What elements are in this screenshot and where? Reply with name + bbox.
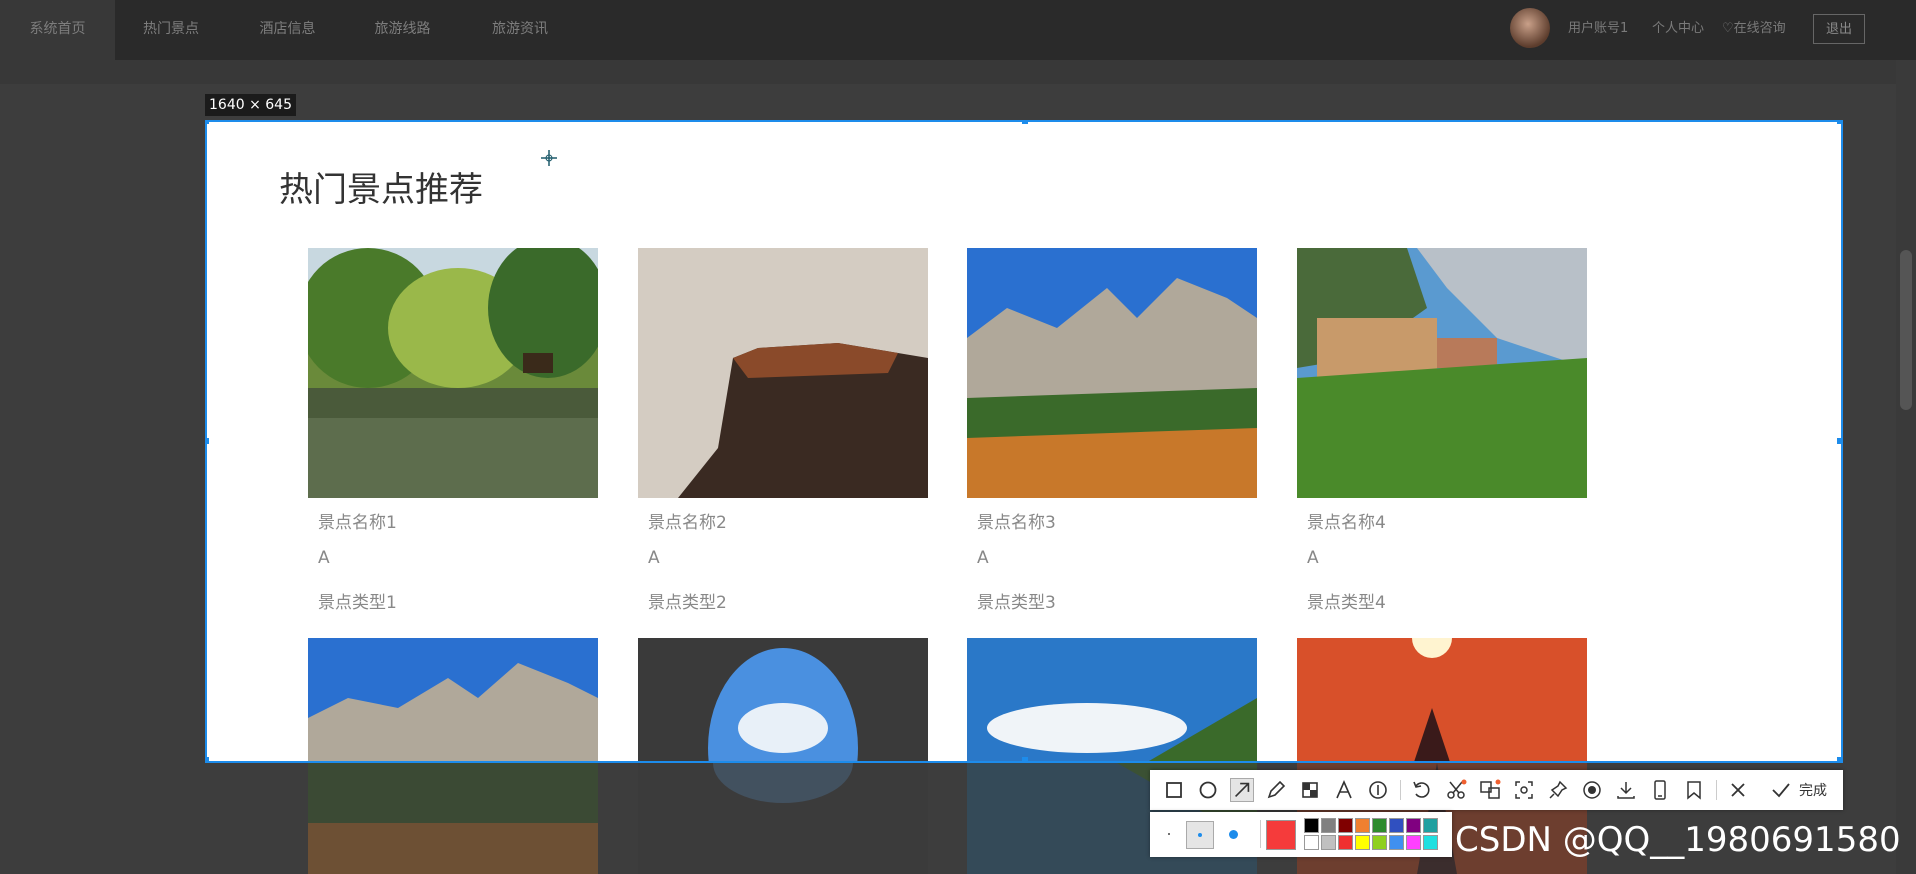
page-background (0, 60, 1916, 84)
color-swatch[interactable] (1372, 818, 1387, 833)
number-icon[interactable] (1366, 778, 1390, 802)
village-photo[interactable] (1297, 248, 1587, 498)
record-icon[interactable] (1580, 778, 1604, 802)
valley-lake-photo[interactable] (967, 638, 1257, 763)
top-navigation: 系统首页 热门景点 酒店信息 旅游线路 旅游资讯 用户账号1 个人中心 ♡在线咨… (0, 0, 1916, 60)
translate-icon[interactable] (1478, 778, 1502, 802)
check-icon[interactable] (1769, 778, 1793, 802)
logout-button[interactable]: 退出 (1813, 14, 1865, 44)
avatar[interactable] (1510, 8, 1550, 48)
nav-home[interactable]: 系统首页 (0, 0, 115, 60)
color-swatch[interactable] (1372, 835, 1387, 850)
user-account[interactable]: 用户账号1 (1568, 0, 1628, 60)
nav-online-consult[interactable]: ♡在线咨询 (1722, 0, 1786, 60)
spot-type: 景点类型3 (977, 593, 1056, 613)
done-button[interactable]: 完成 (1799, 780, 1827, 800)
color-swatch[interactable] (1304, 835, 1319, 850)
cave-arch-photo (638, 763, 928, 874)
bookmark-icon[interactable] (1682, 778, 1706, 802)
spot-grade: A (648, 548, 660, 568)
size-small-dot[interactable] (1168, 833, 1170, 835)
capture-region[interactable]: 热门景点推荐 景点名称1 A 景点类型1 景点名称2 A 景点类型2 景点名称3… (205, 120, 1843, 763)
scrollbar-thumb[interactable] (1900, 250, 1912, 410)
mountain-photo[interactable] (308, 638, 598, 763)
crosshair-icon (541, 150, 557, 166)
mosaic-icon[interactable] (1298, 778, 1322, 802)
cave-arch-photo[interactable] (638, 638, 928, 763)
bell-icon: ♡ (1722, 21, 1734, 36)
spot-type: 景点类型2 (648, 593, 727, 613)
pencil-icon[interactable] (1264, 778, 1288, 802)
color-swatch[interactable] (1321, 835, 1336, 850)
spot-card[interactable]: 景点名称4 A 景点类型4 (1297, 248, 1587, 613)
color-swatch[interactable] (1423, 835, 1438, 850)
watermark-text: CSDN @QQ__1980691580 (1455, 820, 1901, 860)
spot-name[interactable]: 景点名称3 (977, 508, 1056, 533)
color-swatch[interactable] (1406, 818, 1421, 833)
spot-grade: A (977, 548, 989, 568)
arrow-icon[interactable] (1230, 778, 1254, 802)
undo-icon[interactable] (1410, 778, 1434, 802)
spot-name[interactable]: 景点名称4 (1307, 508, 1386, 533)
nav-travel-routes[interactable]: 旅游线路 (345, 0, 460, 60)
sunset-photo[interactable] (1297, 638, 1587, 763)
color-swatch[interactable] (1321, 818, 1336, 833)
screenshot-toolbar: 完成 (1150, 770, 1843, 810)
scrollbar[interactable] (1896, 60, 1916, 874)
section-title: 热门景点推荐 (279, 170, 483, 210)
ocr-icon[interactable] (1512, 778, 1536, 802)
color-swatch[interactable] (1355, 818, 1370, 833)
nav-travel-news[interactable]: 旅游资讯 (460, 0, 580, 60)
spot-card[interactable]: 景点名称3 A 景点类型3 (967, 248, 1257, 613)
size-large-dot[interactable] (1229, 830, 1238, 839)
color-swatch[interactable] (1338, 835, 1353, 850)
pin-icon[interactable] (1546, 778, 1570, 802)
mountain-photo (308, 763, 598, 874)
active-color-swatch[interactable] (1266, 820, 1296, 850)
color-swatch[interactable] (1338, 818, 1353, 833)
consult-label: 在线咨询 (1733, 21, 1786, 36)
cliff-photo[interactable] (638, 248, 928, 498)
text-icon[interactable] (1332, 778, 1356, 802)
color-swatch[interactable] (1304, 818, 1319, 833)
spot-name[interactable]: 景点名称2 (648, 508, 727, 533)
color-swatch[interactable] (1355, 835, 1370, 850)
cut-icon[interactable] (1444, 778, 1468, 802)
lake-willow-photo[interactable] (298, 238, 608, 498)
spot-type: 景点类型1 (318, 593, 397, 613)
nav-hotel-info[interactable]: 酒店信息 (230, 0, 345, 60)
nav-hot-spots[interactable]: 热门景点 (115, 0, 227, 60)
close-icon[interactable] (1726, 778, 1750, 802)
color-swatch[interactable] (1389, 818, 1404, 833)
capture-size-label: 1640 × 645 (205, 94, 296, 116)
color-swatch[interactable] (1423, 818, 1438, 833)
spot-card[interactable]: 景点名称1 A 景点类型1 (298, 238, 608, 613)
phone-icon[interactable] (1648, 778, 1672, 802)
size-medium-button[interactable] (1186, 821, 1214, 849)
spot-grade: A (318, 548, 330, 568)
spot-type: 景点类型4 (1307, 593, 1386, 613)
color-swatch[interactable] (1406, 835, 1421, 850)
spot-grade: A (1307, 548, 1319, 568)
mountain-photo[interactable] (967, 248, 1257, 498)
spot-card[interactable]: 景点名称2 A 景点类型2 (638, 248, 928, 613)
style-toolbar (1150, 812, 1452, 857)
color-swatch[interactable] (1389, 835, 1404, 850)
download-icon[interactable] (1614, 778, 1638, 802)
ellipse-icon[interactable] (1196, 778, 1220, 802)
spot-name[interactable]: 景点名称1 (318, 508, 397, 533)
rectangle-icon[interactable] (1162, 778, 1186, 802)
nav-profile[interactable]: 个人中心 (1652, 0, 1704, 60)
